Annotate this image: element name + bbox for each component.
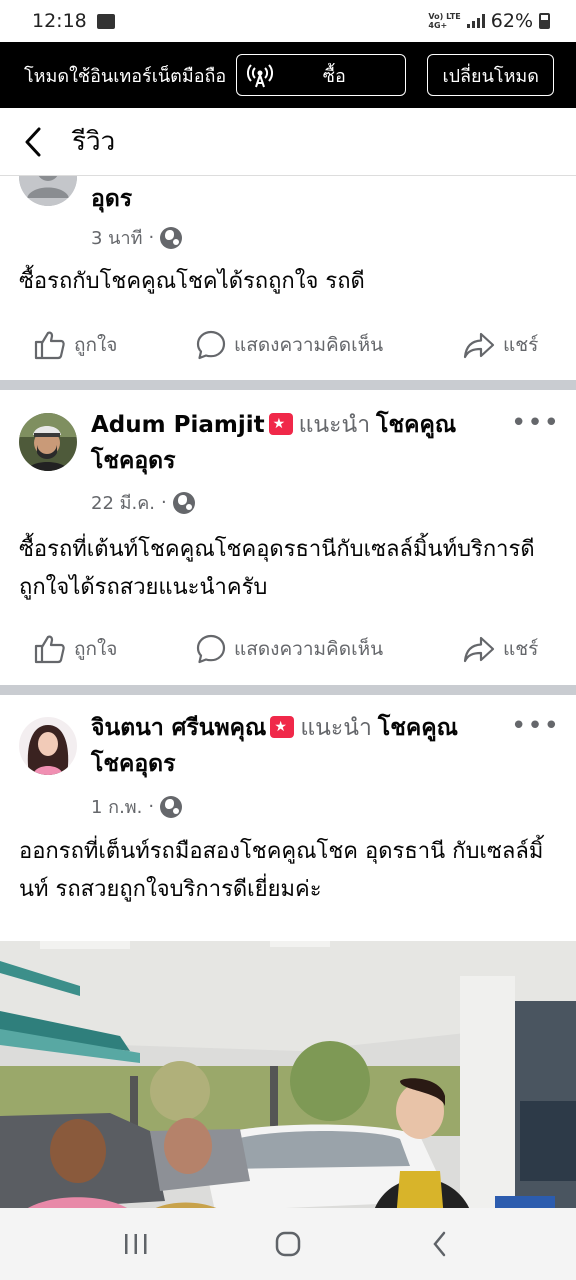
home-button[interactable] [258,1219,318,1269]
status-indicators: Vo) LTE 4G+ 62% [428,10,550,32]
recommend-badge-icon [268,413,293,435]
review-post: อุดร 3 นาที · ซื้อรถกับโชคคูณโชคได้รถถูก… [0,176,576,381]
like-button[interactable]: ถูกใจ [34,634,117,664]
review-feed[interactable]: อุดร 3 นาที · ซื้อรถกับโชคคูณโชคได้รถถูก… [0,176,576,1208]
recent-apps-icon [125,1234,147,1254]
comment-label: แสดงความคิดเห็น [234,334,384,356]
recommends-text: แนะนำ [300,715,372,741]
author-name[interactable]: อุดร [91,181,506,217]
post-actions: ถูกใจ แสดงความคิดเห็น แชร์ [0,629,576,669]
buy-label: ซื้อ [322,65,346,87]
author-line: Adum Piamjitแนะนำโชคคูณ โชคอุดร [91,407,506,479]
battery-percent: 62% [490,10,533,32]
globe-icon [160,795,183,818]
post-time[interactable]: 3 นาที [91,223,142,252]
author-name[interactable]: จินตนา ศรีนพคุณ [91,715,266,741]
system-back-button[interactable] [410,1219,470,1269]
post-time[interactable]: 1 ก.พ. [91,792,142,821]
battery-icon [539,13,550,29]
share-label: แชร์ [503,334,539,356]
thumbs-up-icon [34,331,65,360]
avatar[interactable] [19,413,77,471]
review-post: Adum Piamjitแนะนำโชคคูณ โชคอุดร ••• 22 ม… [0,390,576,685]
comment-button[interactable]: แสดงความคิดเห็น [196,634,383,664]
hotspot-icon [247,64,274,88]
post-meta: 1 ก.พ. · [91,792,183,821]
post-time[interactable]: 22 มี.ค. [91,488,155,517]
post-meta: 22 มี.ค. · [91,488,195,517]
recent-apps-button[interactable] [106,1219,166,1269]
status-bar: 12:18 Vo) LTE 4G+ 62% [0,0,576,42]
author-name[interactable]: Adum Piamjit [91,412,265,438]
avatar[interactable] [19,176,77,206]
page-header: รีวิว [0,108,576,176]
page-title: รีวิว [72,127,116,157]
like-label: ถูกใจ [74,334,118,356]
chevron-left-icon [433,1231,446,1257]
network-type: Vo) LTE 4G+ [428,12,461,30]
more-dots-icon[interactable]: ••• [511,408,560,438]
recommend-badge-icon [270,716,295,738]
post-separator [0,380,576,390]
home-icon [275,1231,301,1257]
system-nav-bar [0,1208,576,1280]
more-dots-icon[interactable]: ••• [511,711,560,741]
comment-bubble-icon [196,330,226,360]
post-actions: ถูกใจ แสดงความคิดเห็น แชร์ [0,325,576,365]
switch-mode-button[interactable]: เปลี่ยนโหมด [427,54,554,96]
post-meta: 3 นาที · [91,223,183,252]
back-button[interactable] [22,122,50,162]
thumbs-up-icon [34,635,65,664]
signal-icon [466,14,485,28]
share-button[interactable]: แชร์ [463,330,538,360]
share-arrow-icon [463,332,495,359]
share-button[interactable]: แชร์ [463,634,538,664]
avatar[interactable] [19,717,77,775]
buy-button[interactable]: ซื้อ [236,54,407,96]
post-separator [0,685,576,695]
comment-button[interactable]: แสดงความคิดเห็น [196,330,383,360]
post-text: ซื้อรถกับโชคคูณโชคได้รถถูกใจ รถดี [19,269,365,294]
globe-icon [160,226,183,249]
data-mode-bar: โหมดใช้อินเทอร์เน็ตมือถือ ซื้อ เปลี่ยนโห… [0,42,576,108]
data-mode-text: โหมดใช้อินเทอร์เน็ตมือถือ [24,65,227,87]
back-arrow-icon [25,127,41,156]
share-arrow-icon [463,636,495,663]
post-text: ออกรถที่เต็นท์รถมือสองโชคคูณโชค อุดรธานี… [19,839,544,902]
post-text: ซื้อรถที่เต้นท์โชคคูณโชคอุดรธานีกับเซลล์… [19,537,535,600]
post-photo[interactable] [0,941,576,1208]
like-label: ถูกใจ [74,638,118,660]
gallery-icon [96,13,115,29]
status-time: 12:18 [32,10,87,32]
comment-bubble-icon [196,634,226,664]
share-label: แชร์ [503,638,539,660]
like-button[interactable]: ถูกใจ [34,330,117,360]
recommends-text: แนะนำ [298,412,371,438]
globe-icon [172,491,195,514]
author-line: จินตนา ศรีนพคุณแนะนำโชคคูณ โชคอุดร [91,710,506,782]
comment-label: แสดงความคิดเห็น [234,638,384,660]
